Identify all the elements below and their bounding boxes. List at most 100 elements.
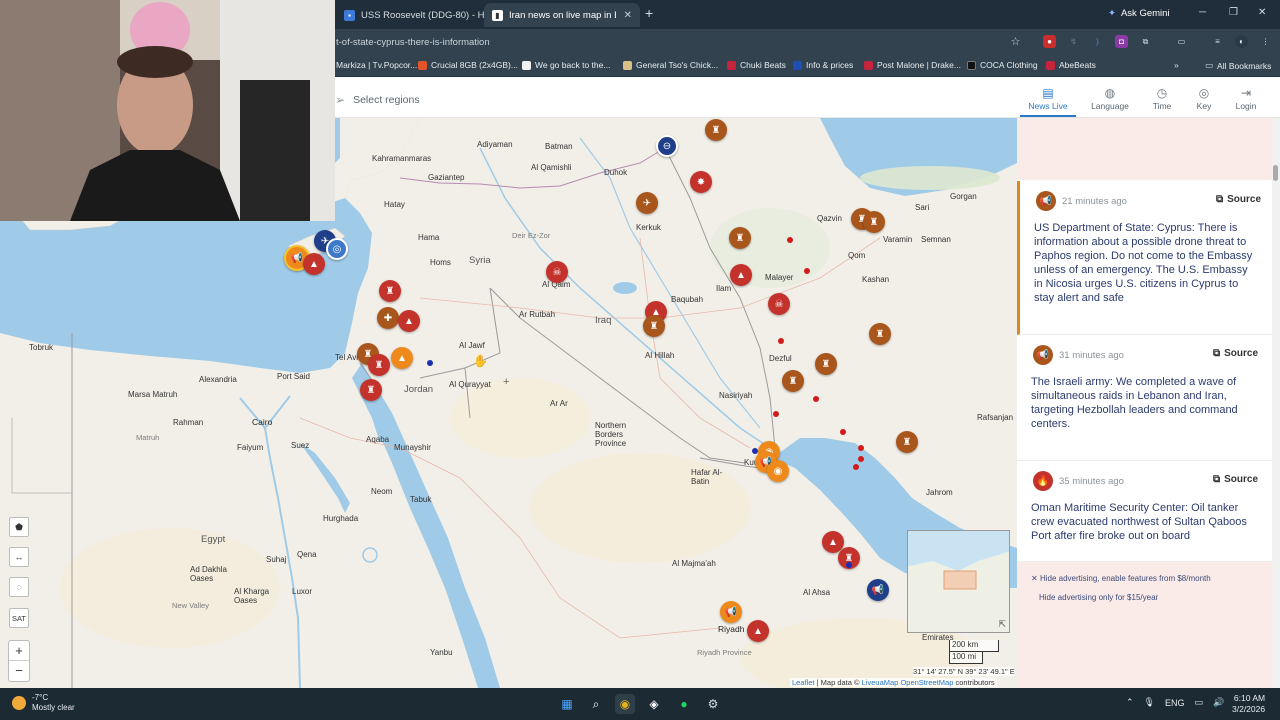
bookmark-item[interactable]: Info & prices bbox=[793, 60, 853, 70]
event-dot[interactable] bbox=[427, 360, 433, 366]
marker-gun-icon[interactable]: ♜ bbox=[379, 280, 401, 302]
network-icon[interactable]: ▭ bbox=[1195, 697, 1204, 708]
minimize-icon[interactable]: ─ bbox=[1199, 7, 1206, 18]
pentagon-icon[interactable]: ⬟ bbox=[9, 517, 29, 537]
media-icon[interactable]: ≡ bbox=[1211, 35, 1224, 48]
event-dot[interactable] bbox=[752, 448, 758, 454]
screen-cast-icon[interactable]: ▭ bbox=[1175, 35, 1188, 48]
marker-skull-icon[interactable]: ☠ bbox=[768, 293, 790, 315]
bookmark-item[interactable]: General Tso's Chick... bbox=[623, 60, 718, 70]
tray-chevron-icon[interactable]: ⌃ bbox=[1126, 697, 1134, 708]
event-dot[interactable] bbox=[773, 411, 779, 417]
zoom-in-button[interactable]: + bbox=[9, 641, 29, 661]
start-icon[interactable]: ▦ bbox=[557, 694, 577, 714]
marker-gun-icon[interactable]: ♜ bbox=[815, 353, 837, 375]
url-field[interactable]: t-of-state-cyprus-there-is-information bbox=[336, 37, 490, 48]
event-dot[interactable] bbox=[853, 464, 859, 470]
profile-avatar-icon[interactable]: ◐ bbox=[1235, 35, 1248, 48]
event-dot[interactable] bbox=[804, 268, 810, 274]
new-tab-icon[interactable]: + bbox=[645, 5, 653, 21]
osm-link[interactable]: OpenStreetMap bbox=[900, 678, 953, 687]
marker-missile-icon[interactable]: ▲ bbox=[730, 264, 752, 286]
close-window-icon[interactable]: ✕ bbox=[1258, 7, 1266, 18]
bookmark-item[interactable]: AbeBeats bbox=[1046, 60, 1096, 70]
nav-time[interactable]: ◷ Time bbox=[1139, 85, 1185, 111]
hide-ads-paid-link[interactable]: ✕ Hide advertising, enable features from… bbox=[1031, 574, 1211, 583]
event-dot[interactable] bbox=[787, 237, 793, 243]
event-dot[interactable] bbox=[778, 338, 784, 344]
restore-icon[interactable]: ❐ bbox=[1229, 7, 1238, 18]
marker-gun-icon[interactable]: ♜ bbox=[782, 370, 804, 392]
marker-gun-icon[interactable]: ♜ bbox=[705, 119, 727, 141]
marker-shield-icon[interactable]: ⊖ bbox=[656, 135, 678, 157]
nav-language[interactable]: ◍ Language bbox=[1087, 85, 1133, 111]
panel-scroll-thumb[interactable] bbox=[1273, 165, 1278, 181]
marker-missile-icon[interactable]: ▲ bbox=[398, 310, 420, 332]
hide-ads-only-link[interactable]: Hide advertising only for $15/year bbox=[1039, 593, 1158, 602]
volume-icon[interactable]: 🔊 bbox=[1213, 697, 1224, 708]
marker-gun-icon[interactable]: ♜ bbox=[368, 354, 390, 376]
marker-megaphone-icon[interactable]: 📢 bbox=[867, 579, 889, 601]
tab-iran-news[interactable]: ▮ Iran news on live map in English ✕ bbox=[484, 3, 640, 27]
bookmark-item[interactable]: Post Malone | Drake... bbox=[864, 60, 961, 70]
extension-waves-icon[interactable]: ) bbox=[1091, 35, 1104, 48]
liveuamap-link[interactable]: LiveuaMap bbox=[862, 678, 899, 687]
news-item[interactable]: 🔥 35 minutes ago ⧉ Source Oman Maritime S… bbox=[1017, 461, 1280, 562]
event-dot[interactable] bbox=[846, 562, 852, 568]
marker-gun-icon[interactable]: ♜ bbox=[729, 227, 751, 249]
bookmark-item[interactable]: Crucial 8GB (2x4GB)... bbox=[418, 60, 518, 70]
marker-alert-icon[interactable]: ◉ bbox=[767, 460, 789, 482]
nav-key[interactable]: ◎ Key bbox=[1181, 85, 1227, 111]
menu-dots-icon[interactable]: ⋮ bbox=[1259, 35, 1272, 48]
close-tab-icon[interactable]: ✕ bbox=[624, 10, 632, 21]
event-dot[interactable] bbox=[858, 445, 864, 451]
marker-skull-icon[interactable]: ☠ bbox=[546, 261, 568, 283]
panel-scrollbar[interactable] bbox=[1272, 118, 1280, 688]
source-link[interactable]: ⧉ Source bbox=[1213, 348, 1258, 359]
bookmark-item[interactable]: Markiza | Tv.Popcor... bbox=[336, 60, 417, 70]
extension-arrow-icon[interactable]: ↯ bbox=[1067, 35, 1080, 48]
marker-medical-icon[interactable]: ✚ bbox=[377, 307, 399, 329]
marker-explosion-icon[interactable]: ✸ bbox=[690, 171, 712, 193]
bookmarks-overflow-icon[interactable]: » bbox=[1174, 60, 1179, 70]
spotify-icon[interactable]: ● bbox=[674, 694, 694, 714]
taskbar-clock[interactable]: 6:10 AM 3/2/2026 bbox=[1232, 693, 1265, 715]
language-indicator[interactable]: ENG bbox=[1165, 698, 1185, 708]
star-icon[interactable]: ☆ bbox=[1009, 35, 1022, 48]
marker-fire-icon[interactable]: ▲ bbox=[391, 347, 413, 369]
weather-widget[interactable]: -7°C Mostly clear bbox=[12, 693, 75, 713]
bookmark-item[interactable]: We go back to the... bbox=[522, 60, 610, 70]
ask-gemini-button[interactable]: ✦ Ask Gemini bbox=[1108, 8, 1170, 19]
marker-ship-icon[interactable]: ◎ bbox=[326, 238, 348, 260]
marker-gun-icon[interactable]: ♜ bbox=[896, 431, 918, 453]
all-bookmarks-button[interactable]: ▭ All Bookmarks bbox=[1205, 60, 1271, 71]
steam-icon[interactable]: ◈ bbox=[644, 694, 664, 714]
minimap-toggle-icon[interactable]: ⇱ bbox=[998, 619, 1006, 630]
extension-purple-icon[interactable]: ◘ bbox=[1115, 35, 1128, 48]
satellite-toggle-button[interactable]: SAT bbox=[9, 608, 29, 628]
marker-gun-icon[interactable]: ♜ bbox=[863, 211, 885, 233]
source-link[interactable]: ⧉ Source bbox=[1216, 194, 1261, 205]
source-link[interactable]: ⧉ Source bbox=[1213, 474, 1258, 485]
expand-arrows-icon[interactable]: ↔ bbox=[9, 547, 29, 567]
nav-login[interactable]: ⇥ Login bbox=[1223, 85, 1269, 111]
nav-news-live[interactable]: ▤ News Live bbox=[1025, 85, 1071, 111]
marker-drone-icon[interactable]: ✈ bbox=[636, 192, 658, 214]
chrome-icon[interactable]: ◉ bbox=[615, 694, 635, 714]
app-icon[interactable]: ⚙ bbox=[703, 694, 723, 714]
marker-gun-icon[interactable]: ♜ bbox=[643, 315, 665, 337]
event-dot[interactable] bbox=[840, 429, 846, 435]
marker-megaphone-icon[interactable]: 📢 bbox=[720, 601, 742, 623]
marker-missile-icon[interactable]: ▲ bbox=[747, 620, 769, 642]
extension-red-icon[interactable]: ● bbox=[1043, 35, 1056, 48]
bookmark-item[interactable]: COCA Clothing bbox=[967, 60, 1038, 70]
search-icon[interactable]: ⌕ bbox=[586, 694, 606, 714]
hide-eye-icon[interactable]: ◌ bbox=[9, 577, 29, 597]
zoom-out-button[interactable]: − bbox=[9, 661, 29, 681]
marker-gun-icon[interactable]: ♜ bbox=[360, 379, 382, 401]
select-regions-button[interactable]: ➢ Select regions bbox=[335, 93, 420, 107]
minimap[interactable]: ⇱ bbox=[907, 530, 1010, 633]
event-dot[interactable] bbox=[813, 396, 819, 402]
extensions-puzzle-icon[interactable]: ⧉ bbox=[1139, 35, 1152, 48]
event-dot[interactable] bbox=[858, 456, 864, 462]
